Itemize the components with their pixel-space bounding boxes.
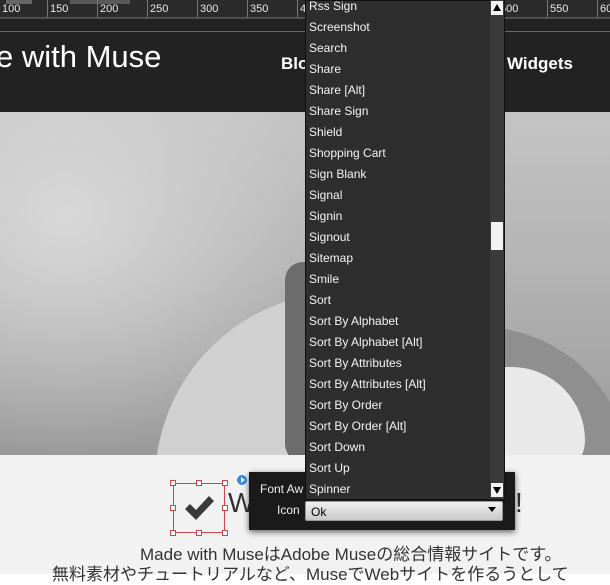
dropdown-item[interactable]: Spinner bbox=[309, 482, 350, 496]
chevron-down-icon bbox=[488, 507, 496, 512]
icon-select-value: Ok bbox=[311, 505, 327, 519]
dropdown-item[interactable]: Sort Down bbox=[309, 440, 365, 454]
scroll-down-arrow-icon[interactable] bbox=[491, 483, 503, 497]
ruler-label: 100 bbox=[2, 3, 21, 15]
dropdown-item[interactable]: Signin bbox=[309, 209, 342, 223]
section-headline-end[interactable]: ! bbox=[515, 487, 523, 519]
dropdown-item[interactable]: Sort bbox=[309, 293, 331, 307]
ruler-tick bbox=[247, 0, 248, 17]
ruler-label: 600 bbox=[600, 3, 610, 15]
ruler-label: 350 bbox=[250, 3, 269, 15]
resize-handle[interactable] bbox=[222, 480, 228, 486]
scrollbar-thumb[interactable] bbox=[491, 222, 503, 250]
dropdown-item[interactable]: Smile bbox=[309, 272, 339, 286]
intro-text-line-2[interactable]: 無料素材やチュートリアルなど、MuseでWebサイトを作るうとして bbox=[52, 560, 569, 585]
resize-handle[interactable] bbox=[222, 530, 228, 536]
ruler-label: 300 bbox=[200, 3, 219, 15]
resize-handle[interactable] bbox=[170, 530, 176, 536]
resize-handle[interactable] bbox=[196, 480, 202, 486]
dropdown-item[interactable]: Rss Sign bbox=[309, 1, 357, 13]
dropdown-item[interactable]: Share Sign bbox=[309, 104, 368, 118]
ruler-tick bbox=[197, 0, 198, 17]
ruler-label: 550 bbox=[550, 3, 569, 15]
ruler-label: 250 bbox=[150, 3, 169, 15]
dropdown-item[interactable]: Sitemap bbox=[309, 251, 353, 265]
dropdown-item[interactable]: Share bbox=[309, 62, 341, 76]
dropdown-item[interactable]: Sort By Attributes [Alt] bbox=[309, 377, 426, 391]
icon-dropdown-list[interactable]: Rss Sign Screenshot Search Share Share [… bbox=[305, 0, 505, 500]
resize-handle[interactable] bbox=[170, 480, 176, 486]
resize-handle[interactable] bbox=[196, 530, 202, 536]
dropdown-item[interactable]: Sort By Alphabet [Alt] bbox=[309, 335, 422, 349]
nav-item-widgets[interactable]: Widgets bbox=[507, 54, 573, 74]
ruler-tick bbox=[47, 0, 48, 17]
dropdown-item[interactable]: Search bbox=[309, 41, 347, 55]
scroll-up-arrow-icon[interactable] bbox=[491, 1, 503, 15]
dropdown-item[interactable]: Sort By Order bbox=[309, 398, 382, 412]
ruler-tick bbox=[547, 0, 548, 17]
site-title[interactable]: e with Muse bbox=[0, 39, 161, 75]
widget-options-icon[interactable] bbox=[236, 474, 248, 486]
resize-handle[interactable] bbox=[170, 505, 176, 511]
ruler-tick bbox=[97, 0, 98, 17]
ruler-tick bbox=[297, 0, 298, 17]
resize-handle[interactable] bbox=[222, 505, 228, 511]
dropdown-item[interactable]: Signout bbox=[309, 230, 350, 244]
dropdown-item[interactable]: Screenshot bbox=[309, 20, 370, 34]
dropdown-item[interactable]: Shopping Cart bbox=[309, 146, 386, 160]
icon-select[interactable]: Ok bbox=[305, 501, 503, 521]
dropdown-item[interactable]: Shield bbox=[309, 125, 342, 139]
widget-selection-frame[interactable] bbox=[173, 483, 225, 533]
dropdown-item[interactable]: Sign Blank bbox=[309, 167, 366, 181]
dropdown-item[interactable]: Signal bbox=[309, 188, 342, 202]
dropdown-item[interactable]: Sort By Attributes bbox=[309, 356, 402, 370]
ruler-tick bbox=[147, 0, 148, 17]
dropdown-item[interactable]: Sort Up bbox=[309, 461, 350, 475]
dropdown-item[interactable]: Sort By Alphabet bbox=[309, 314, 398, 328]
font-awesome-label: Font Aw bbox=[260, 482, 304, 496]
dropdown-item[interactable]: Share [Alt] bbox=[309, 83, 365, 97]
ruler-label: 150 bbox=[50, 3, 69, 15]
ruler-label: 200 bbox=[100, 3, 119, 15]
dropdown-item[interactable]: Sort By Order [Alt] bbox=[309, 419, 406, 433]
ruler-tick bbox=[597, 0, 598, 17]
icon-label: Icon bbox=[277, 503, 300, 517]
